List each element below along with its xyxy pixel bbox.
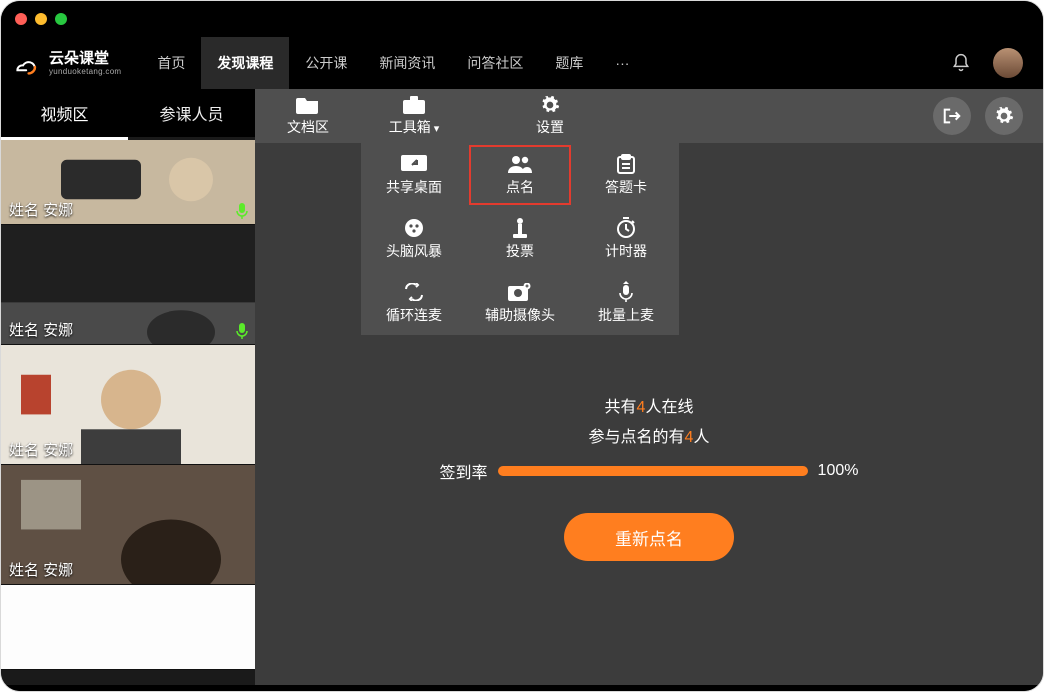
window-titlebar [1, 1, 1043, 37]
mic-icon [235, 322, 249, 340]
tool-vote[interactable]: 投票 [467, 207, 573, 271]
tool-answer-card[interactable]: 答题卡 [573, 143, 679, 207]
tab-participants[interactable]: 参课人员 [128, 89, 255, 137]
video-list: 姓名 安娜 姓名 安娜 姓名 安娜 姓名 安娜 [1, 140, 255, 685]
nav-discover-courses[interactable]: 发现课程 [201, 37, 289, 89]
nav-question-bank[interactable]: 题库 [539, 37, 599, 89]
timer-icon [616, 217, 636, 239]
logo-title: 云朵课堂 [49, 51, 121, 66]
video-caption: 姓名 安娜 [1, 437, 81, 462]
signin-rate-row: 签到率 100% [440, 459, 859, 483]
tool-label: 头脑风暴 [386, 241, 442, 261]
tool-label: 点名 [506, 177, 534, 197]
tool-label: 答题卡 [605, 177, 647, 197]
tab-video-area[interactable]: 视频区 [1, 89, 128, 137]
toolbar-toolbox[interactable]: 工具箱 [361, 89, 467, 143]
video-tile[interactable]: 姓名 安娜 [1, 140, 255, 225]
video-tile[interactable]: 姓名 安娜 [1, 345, 255, 465]
main-panel: 文档区 工具箱 设置 [255, 89, 1043, 685]
briefcase-icon [403, 95, 425, 115]
online-count-line: 共有4人在线 [605, 393, 694, 417]
camera-plus-icon [508, 281, 532, 303]
redo-roll-call-button[interactable]: 重新点名 [564, 513, 734, 561]
tool-roll-call[interactable]: 点名 [467, 143, 573, 207]
notification-bell-icon[interactable] [951, 53, 971, 73]
toolbar: 文档区 工具箱 设置 [255, 89, 1043, 143]
top-nav: 云朵课堂 yunduoketang.com 首页 发现课程 公开课 新闻资讯 问… [1, 37, 1043, 89]
app-logo[interactable]: 云朵课堂 yunduoketang.com [11, 51, 121, 76]
nav-open-courses[interactable]: 公开课 [289, 37, 363, 89]
window-close[interactable] [15, 13, 27, 25]
vote-icon [511, 217, 529, 239]
tool-aux-camera[interactable]: 辅助摄像头 [467, 271, 573, 335]
screen-share-icon [401, 153, 427, 175]
brainstorm-icon [404, 217, 424, 239]
nav-home[interactable]: 首页 [141, 37, 201, 89]
tool-batch-mic[interactable]: 批量上麦 [573, 271, 679, 335]
mic-up-icon [618, 281, 634, 303]
cloud-icon [11, 51, 43, 75]
settings-gear-button[interactable] [985, 97, 1023, 135]
loop-icon [403, 281, 425, 303]
toolbox-dropdown: 共享桌面 点名 答题卡 头脑风暴 投票 [361, 143, 679, 335]
logo-subtitle: yunduoketang.com [49, 67, 121, 76]
nav-qa[interactable]: 问答社区 [451, 37, 539, 89]
rate-percent: 100% [818, 462, 859, 480]
window-maximize[interactable] [55, 13, 67, 25]
video-caption: 姓名 安娜 [1, 557, 81, 582]
tool-share-desktop[interactable]: 共享桌面 [361, 143, 467, 207]
video-tile-empty[interactable] [1, 585, 255, 670]
nav-items: 首页 发现课程 公开课 新闻资讯 问答社区 题库 ··· [141, 37, 645, 89]
gear-icon [540, 95, 560, 115]
mic-icon [235, 202, 249, 220]
clipboard-icon [617, 153, 635, 175]
user-avatar[interactable] [993, 48, 1023, 78]
tool-label: 批量上麦 [598, 305, 654, 325]
tool-loop-mic[interactable]: 循环连麦 [361, 271, 467, 335]
toolbar-settings-label: 设置 [536, 117, 564, 137]
progress-bar [498, 466, 808, 476]
tool-label: 计时器 [605, 241, 647, 261]
video-tile[interactable]: 姓名 安娜 [1, 465, 255, 585]
people-icon [508, 153, 532, 175]
toolbar-docs-label: 文档区 [287, 117, 329, 137]
nav-news[interactable]: 新闻资讯 [363, 37, 451, 89]
folder-icon [296, 95, 320, 115]
tool-label: 投票 [506, 241, 534, 261]
window-minimize[interactable] [35, 13, 47, 25]
left-sidebar: 视频区 参课人员 姓名 安娜 姓名 安娜 姓名 安娜 [1, 89, 255, 685]
tool-label: 循环连麦 [386, 305, 442, 325]
tool-label: 共享桌面 [386, 177, 442, 197]
logout-button[interactable] [933, 97, 971, 135]
tool-label: 辅助摄像头 [485, 305, 555, 325]
tool-brainstorm[interactable]: 头脑风暴 [361, 207, 467, 271]
toolbar-docs[interactable]: 文档区 [255, 89, 361, 143]
nav-more[interactable]: ··· [599, 37, 645, 89]
toolbar-settings[interactable]: 设置 [497, 89, 603, 143]
video-tile[interactable]: 姓名 安娜 [1, 225, 255, 345]
roll-call-stats: 共有4人在线 参与点名的有4人 签到率 100% 重新点名 [255, 393, 1043, 561]
roll-count-line: 参与点名的有4人 [589, 423, 710, 447]
video-caption: 姓名 安娜 [1, 317, 81, 342]
tool-timer[interactable]: 计时器 [573, 207, 679, 271]
toolbar-toolbox-label: 工具箱 [389, 117, 440, 137]
rate-label: 签到率 [440, 459, 488, 483]
video-caption: 姓名 安娜 [1, 197, 81, 222]
